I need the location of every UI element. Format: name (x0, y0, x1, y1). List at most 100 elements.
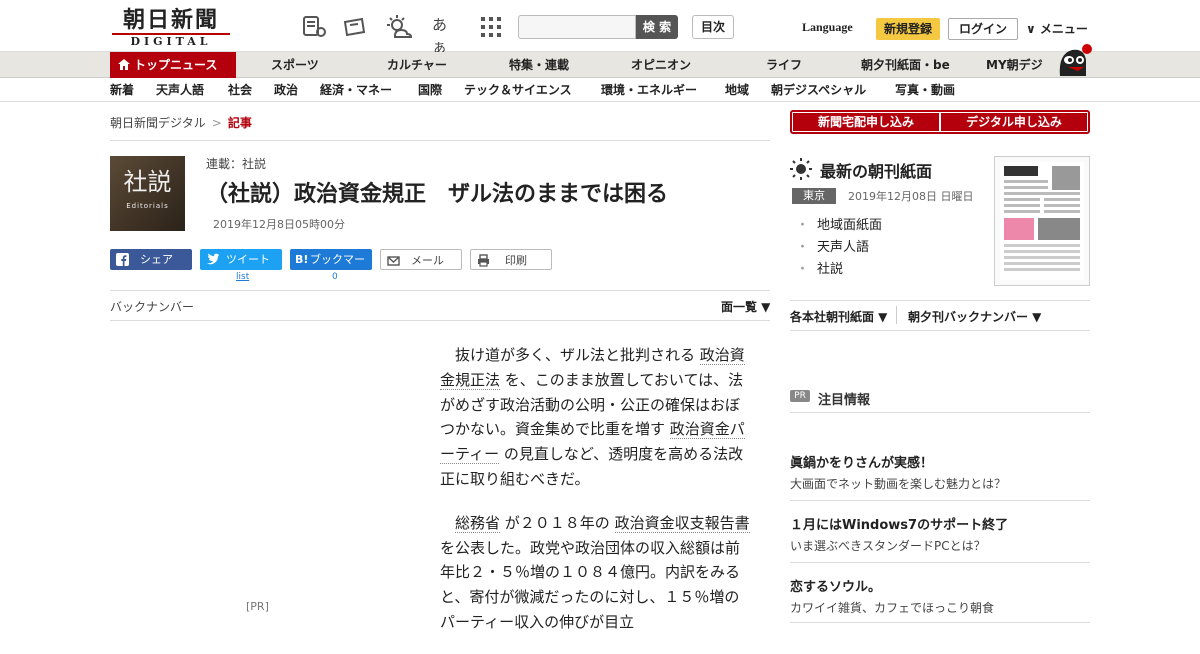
facebook-share-label: シェア (140, 253, 173, 266)
facebook-icon (116, 253, 129, 266)
grid-menu-icon[interactable] (478, 14, 504, 40)
text: を公表した。政党や政治団体の収入総額は前年比２・５％増の１０８４億円。内訳をみる… (440, 538, 741, 631)
pr-item-title: １月にはWindows7のサポート終了 (790, 518, 1009, 533)
pr-item[interactable]: 眞鍋かをりさんが実感！ 大画面でネット動画を楽しむ魅力とは？ (790, 452, 1090, 492)
sidebar-link-tenseijingo[interactable]: ・天声人語 (796, 236, 869, 255)
nav2-society[interactable]: 社会 (228, 78, 252, 102)
page-list-dropdown[interactable]: 面一覧 ▼ (721, 298, 770, 315)
breadcrumb-separator: > (211, 116, 222, 130)
subscription-buttons: 新聞宅配申し込み デジタル申し込み (790, 110, 1090, 134)
article-paragraph: 抜け道が多く、ザル法と批判される 政治資金規正法 を、このまま放置しておいては、… (440, 343, 752, 492)
divider (790, 562, 1090, 563)
latest-edition-title[interactable]: 最新の朝刊紙面 (820, 158, 932, 182)
keyword-link[interactable]: 総務省 (455, 513, 501, 533)
print-label: 印刷 (505, 254, 527, 267)
sidebar-link-editorial[interactable]: ・社説 (796, 258, 843, 277)
regional-editions-dropdown[interactable]: 各本社朝刊紙面 ▼ (790, 308, 887, 325)
asahi-digital-logo[interactable]: 朝日新聞 DIGITAL (112, 8, 230, 48)
facebook-share-button[interactable]: シェア (110, 249, 192, 270)
article-body: 抜け道が多く、ザル法と批判される 政治資金規正法 を、このまま放置しておいては、… (440, 343, 752, 654)
divider (790, 300, 1090, 301)
pr-item-title: 恋するソウル。 (790, 580, 882, 595)
toc-button[interactable]: 目次 (692, 15, 734, 39)
language-link[interactable]: Language (802, 20, 853, 35)
search-input[interactable] (518, 15, 636, 39)
weather-icon[interactable] (386, 14, 412, 40)
pr-item-desc: カワイイ雑貨、カフェでほっこり朝食 (790, 601, 995, 615)
nav2-photo-video[interactable]: 写真・動画 (895, 78, 955, 102)
twitter-count-link[interactable]: list (236, 272, 249, 282)
pr-item[interactable]: １月にはWindows7のサポート終了 いま選ぶべきスタンダードPCとは？ (790, 514, 1090, 554)
nav-features[interactable]: 特集・連載 (509, 52, 569, 78)
font-size-icon[interactable]: あぁ (432, 14, 458, 56)
latest-edition-date: 2019年12月08日 日曜日 (848, 190, 974, 203)
menu-button[interactable]: ∨ メニュー (1026, 20, 1088, 37)
secondary-nav: 新着 天声人語 社会 政治 経済・マネー 国際 テック＆サイエンス 環境・エネル… (0, 78, 1200, 102)
sidebar-link-local[interactable]: ・地域面紙面 (796, 214, 882, 233)
nav-culture[interactable]: カルチャー (387, 52, 447, 78)
text: が２０１８年の (504, 513, 610, 532)
hatena-icon: B! (295, 253, 309, 266)
paper-subscribe-button[interactable]: 新聞宅配申し込み (793, 113, 939, 131)
front-page-thumbnail[interactable] (994, 156, 1090, 286)
backnumber-label[interactable]: バックナンバー (110, 298, 194, 315)
mail-share-label: メール (411, 254, 444, 267)
nav-opinion[interactable]: オピニオン (631, 52, 691, 78)
sidebar-link-label: 天声人語 (817, 240, 870, 255)
search-button[interactable]: 検 索 (636, 15, 678, 39)
logo-main-text: 朝日新聞 (122, 7, 219, 33)
series-label[interactable]: 連載：社説 (206, 155, 266, 172)
twitter-icon (207, 253, 219, 265)
nav2-international[interactable]: 国際 (418, 78, 442, 102)
nav2-economy[interactable]: 経済・マネー (320, 78, 392, 102)
edition-backnumber-dropdown[interactable]: 朝夕刊バックナンバー ▼ (908, 308, 1041, 325)
divider (790, 330, 1090, 331)
hatena-bookmark-button[interactable]: B! ブックマーク (290, 249, 372, 287)
pr-badge: PR (790, 390, 810, 402)
nav2-tech-science[interactable]: テック＆サイエンス (464, 78, 572, 102)
mail-share-button[interactable]: メール (380, 249, 462, 270)
breadcrumb-current: 記事 (227, 116, 252, 130)
nav2-new[interactable]: 新着 (110, 78, 134, 102)
mail-icon (387, 256, 400, 266)
keyword-link[interactable]: 政治資金収支報告書 (614, 513, 750, 533)
signup-button[interactable]: 新規登録 (876, 18, 940, 40)
nav-my-asadigi[interactable]: MY朝デジ (986, 52, 1043, 78)
nav-sports[interactable]: スポーツ (271, 52, 319, 78)
nav-paper-be[interactable]: 朝夕刊紙面・be (861, 52, 950, 78)
pr-item-desc: 大画面でネット動画を楽しむ魅力とは？ (790, 477, 1007, 491)
pr-item-desc: いま選ぶべきスタンダードPCとは？ (790, 539, 986, 553)
pr-label: [PR] (246, 600, 269, 613)
nav2-environment[interactable]: 環境・エネルギー (601, 78, 697, 102)
divider (790, 500, 1090, 501)
article-paragraph: 総務省 が２０１８年の 政治資金収支報告書 を公表した。政党や政治団体の収入総額… (440, 511, 752, 635)
twitter-share-label: ツイート (226, 253, 270, 266)
nav2-special[interactable]: 朝デジスペシャル (771, 78, 866, 102)
newspaper-icon[interactable] (342, 14, 368, 40)
print-icon (478, 254, 489, 267)
article-date: 2019年12月8日05時00分 (213, 218, 345, 231)
newspaper-page-image (1000, 162, 1084, 280)
nav2-tenseijingo[interactable]: 天声人語 (156, 78, 204, 102)
print-button[interactable]: 印刷 (470, 249, 552, 270)
divider (110, 290, 770, 291)
divider (896, 306, 897, 324)
breadcrumb-home[interactable]: 朝日新聞デジタル (110, 116, 206, 130)
login-button[interactable]: ログイン (948, 18, 1018, 40)
editorial-thumbnail[interactable]: 社説 Editorials (110, 156, 185, 231)
hatena-count[interactable]: 0 (332, 272, 338, 282)
primary-nav: トップニュース スポーツ カルチャー 特集・連載 オピニオン ライフ 朝夕刊紙面… (0, 52, 1200, 78)
breadcrumb: 朝日新聞デジタル > 記事 (110, 114, 252, 131)
divider (790, 412, 1090, 413)
nav-life[interactable]: ライフ (766, 52, 802, 78)
sidebar-link-label: 地域面紙面 (817, 218, 883, 233)
pr-item[interactable]: 恋するソウル。 カワイイ雑貨、カフェでほっこり朝食 (790, 576, 1090, 616)
digital-subscribe-button[interactable]: デジタル申し込み (941, 113, 1087, 131)
nav2-region[interactable]: 地域 (725, 78, 749, 102)
nav2-politics[interactable]: 政治 (274, 78, 298, 102)
article-list-icon[interactable] (301, 14, 327, 40)
nav-top-news[interactable]: トップニュース (110, 52, 236, 78)
region-badge: 東京 (792, 188, 836, 204)
logo-sub-text: DIGITAL (112, 33, 230, 48)
twitter-share-button[interactable]: ツイート (200, 249, 282, 270)
